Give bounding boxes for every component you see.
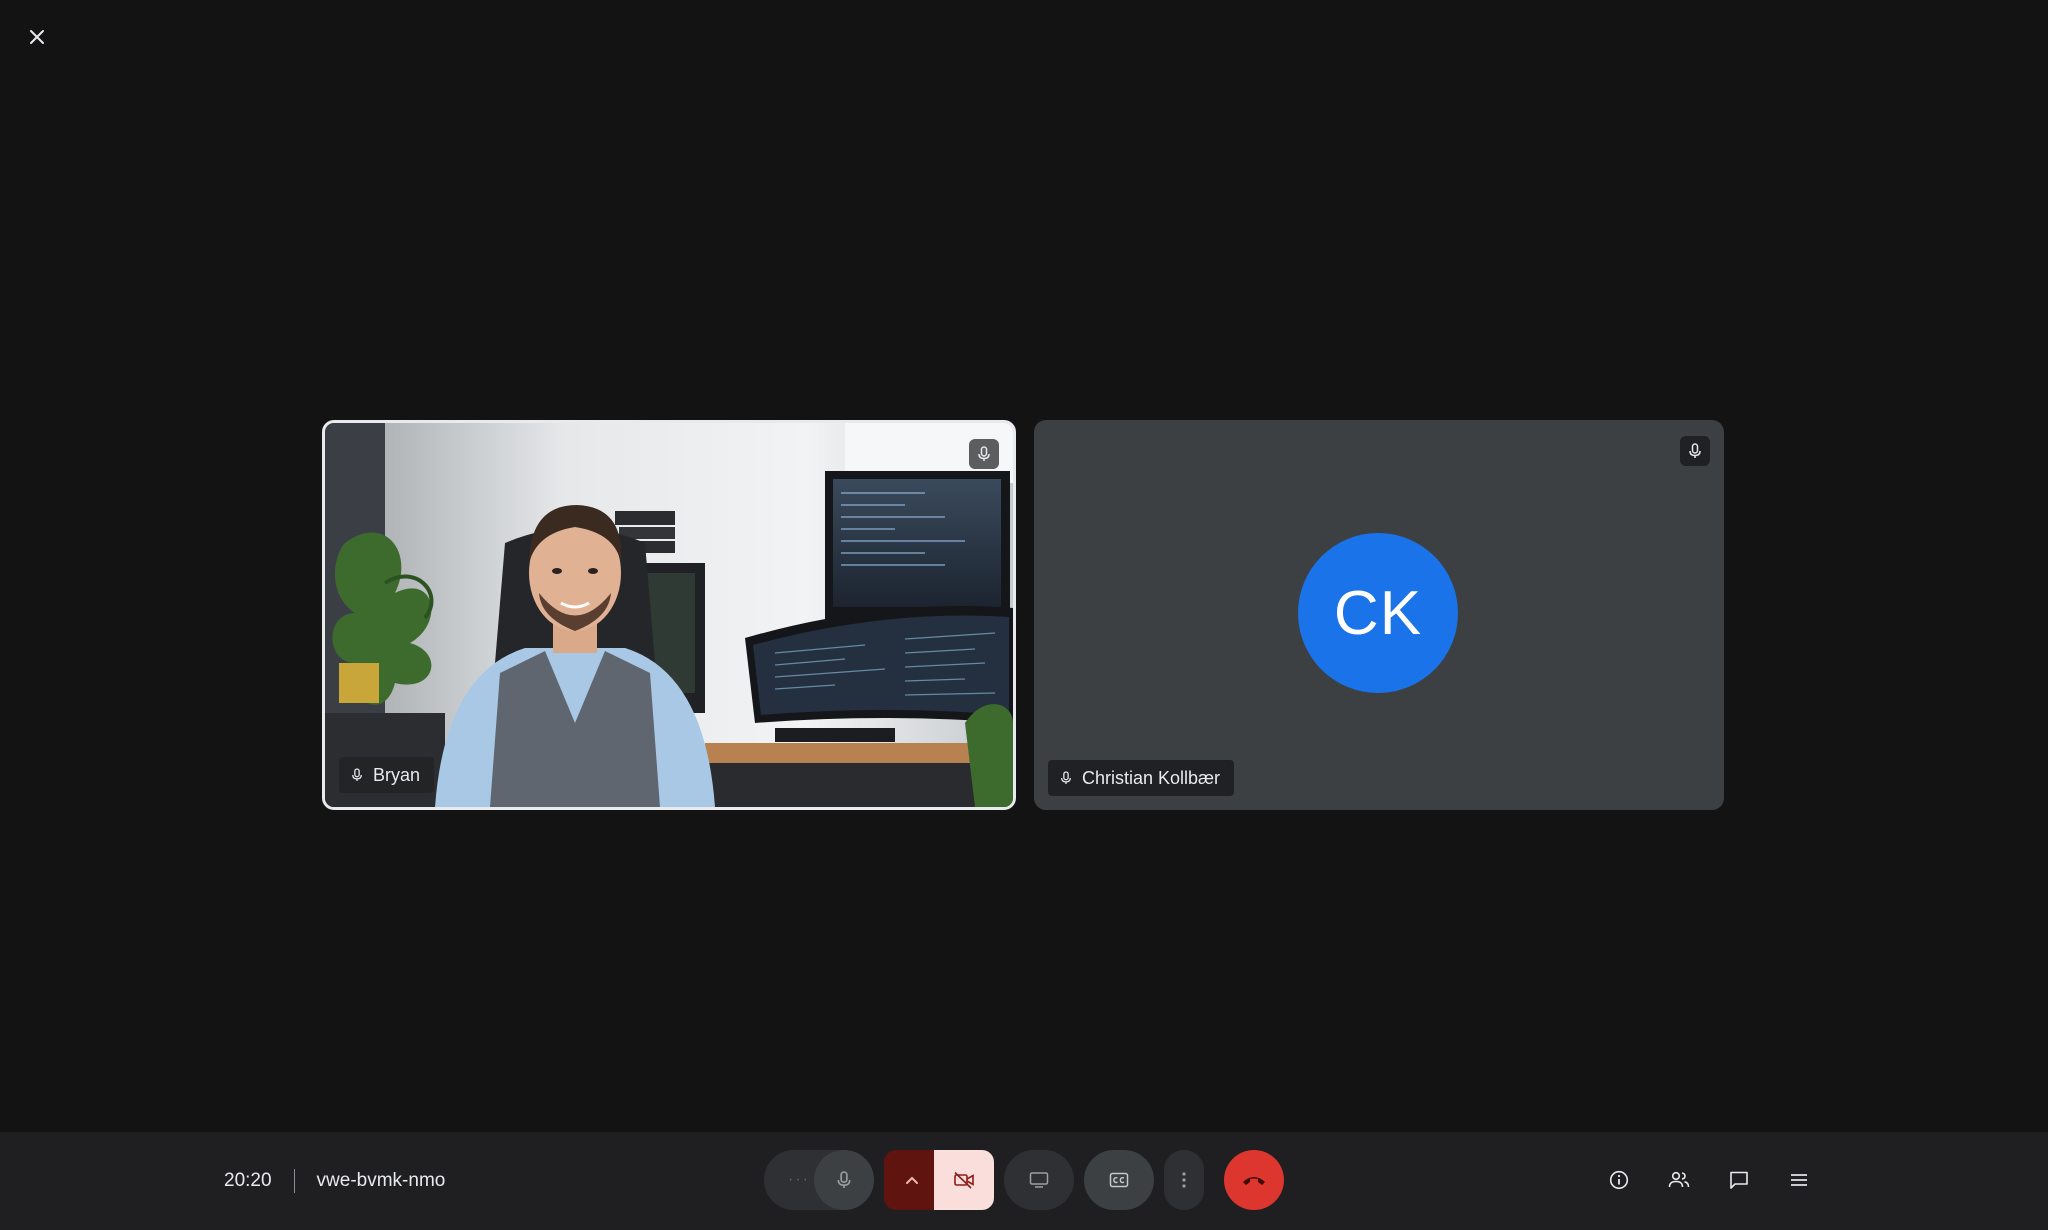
captions-button[interactable] [1084, 1150, 1154, 1210]
meet-call-stage: Bryan CK Christian Kollbær 20:20 vwe-bvm… [0, 0, 2048, 1230]
chat-icon [1730, 1171, 1748, 1189]
mic-icon [1689, 443, 1701, 458]
mic-icon [1061, 771, 1071, 784]
participant-avatar: CK [1298, 533, 1458, 693]
call-controls-bar: 20:20 vwe-bvmk-nmo ··· [0, 1132, 2048, 1230]
people-button[interactable] [1656, 1150, 1702, 1210]
activities-icon [1791, 1174, 1807, 1186]
participant-name: Bryan [373, 764, 421, 785]
chevron-up-icon [906, 1176, 918, 1184]
participant-name-tag: Christian Kollbær [1048, 760, 1235, 796]
info-icon [1609, 1170, 1629, 1190]
people-icon [1668, 1171, 1690, 1188]
meeting-details-button[interactable] [1596, 1150, 1642, 1210]
mic-control-group: ··· [764, 1150, 874, 1210]
more-vertical-icon [1182, 1172, 1186, 1188]
chat-button[interactable] [1716, 1150, 1762, 1210]
close-button[interactable] [22, 22, 52, 52]
camera-button[interactable] [934, 1150, 994, 1210]
meeting-time: 20:20 [224, 1170, 272, 1191]
leave-call-button[interactable] [1224, 1150, 1284, 1210]
participant-video-feed [325, 423, 1013, 807]
close-icon [30, 30, 44, 44]
divider [293, 1169, 295, 1193]
microphone-button[interactable] [814, 1150, 874, 1210]
participant-tile-bryan[interactable]: Bryan [322, 420, 1016, 810]
participant-name-tag: Bryan [339, 757, 435, 793]
christian-mic-status [1680, 436, 1710, 466]
camera-options-button[interactable] [884, 1150, 940, 1210]
videocam-off-icon [954, 1171, 974, 1189]
present-screen-button[interactable] [1004, 1150, 1074, 1210]
participant-name: Christian Kollbær [1082, 767, 1221, 788]
more-options-button[interactable] [1164, 1150, 1204, 1210]
participant-tile-christian[interactable]: CK Christian Kollbær [1034, 420, 1724, 810]
mic-icon [352, 768, 362, 781]
audio-options-button[interactable]: ··· [788, 1150, 810, 1210]
mic-icon [978, 446, 990, 461]
closed-captions-icon [1109, 1172, 1129, 1188]
present-screen-icon [1029, 1172, 1049, 1188]
bryan-mic-status [969, 439, 999, 469]
mic-icon [837, 1171, 851, 1188]
meeting-code: vwe-bvmk-nmo [316, 1170, 446, 1191]
meeting-info: 20:20 vwe-bvmk-nmo [224, 1132, 445, 1230]
call-end-icon [1243, 1177, 1265, 1185]
activities-button[interactable] [1776, 1150, 1822, 1210]
